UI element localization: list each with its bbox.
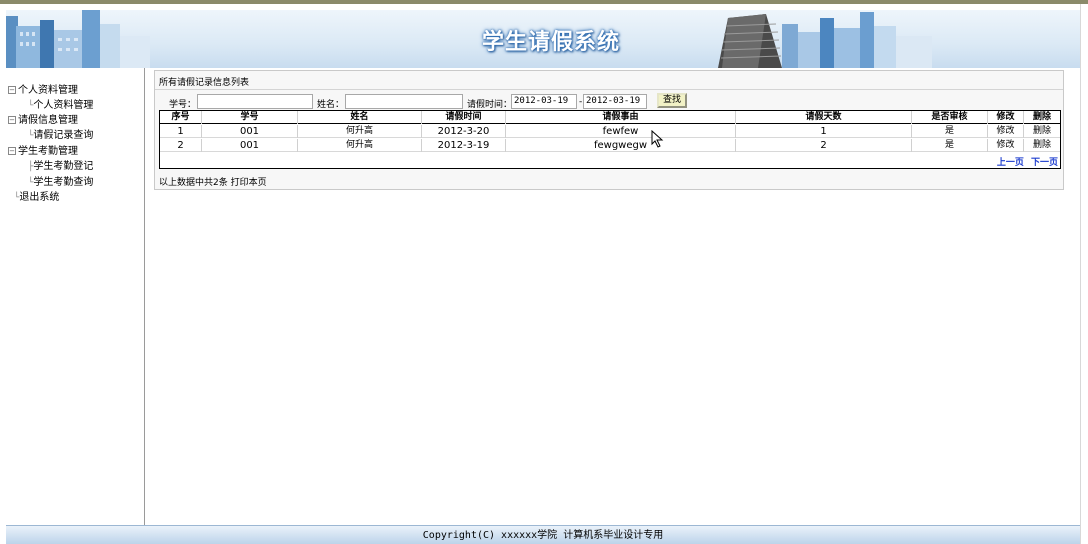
window-top-border — [0, 0, 1088, 4]
student-id-cell: 001 — [202, 125, 298, 138]
sidebar-group-profile[interactable]: − 个人资料管理 — [8, 81, 78, 96]
column-header: 序号 — [160, 111, 202, 124]
name-cell: 何升高 — [298, 125, 422, 138]
delete-link[interactable]: 删除 — [1024, 139, 1060, 152]
sidebar-item-label: 学生考勤管理 — [18, 146, 78, 157]
table-row: 1 001 何升高 2012-3-20 fewfew 1 是 修改 删除 — [160, 125, 1060, 138]
sidebar-item-label: 学生考勤登记 — [33, 161, 94, 172]
next-page-link[interactable]: 下一页 — [1031, 158, 1058, 168]
search-button[interactable]: 查找 — [657, 93, 687, 108]
column-header: 修改 — [988, 111, 1024, 124]
column-header: 请假事由 — [506, 111, 736, 124]
app-title: 学生请假系统 — [482, 29, 621, 55]
column-header: 姓名 — [298, 111, 422, 124]
sidebar-item-leave-query[interactable]: └请假记录查询 — [28, 126, 93, 141]
student-id-input[interactable] — [197, 94, 313, 109]
footer-copyright: Copyright(C) xxxxxx学院 计算机系毕业设计专用 — [6, 525, 1080, 544]
collapse-icon[interactable]: − — [8, 116, 16, 124]
sidebar-item-label: 请假信息管理 — [18, 115, 78, 126]
date-range-separator: - — [579, 97, 583, 107]
name-input[interactable] — [345, 94, 463, 109]
student-id-cell: 001 — [202, 139, 298, 152]
edit-link[interactable]: 修改 — [988, 139, 1024, 152]
sidebar-item-profile[interactable]: └个人资料管理 — [28, 96, 93, 111]
prev-page-link[interactable]: 上一页 — [997, 158, 1024, 168]
pagination: 上一页 下一页 — [993, 155, 1058, 168]
sidebar-item-label: 个人资料管理 — [18, 85, 78, 96]
leave-reason-cell: fewgwegw — [506, 139, 736, 152]
approved-cell: 是 — [912, 139, 988, 152]
panel-title: 所有请假记录信息列表 — [159, 78, 250, 88]
leave-time-label: 请假时间： — [467, 100, 513, 110]
leave-days-cell: 2 — [736, 139, 912, 152]
delete-link[interactable]: 删除 — [1024, 125, 1060, 138]
sidebar-item-attendance-register[interactable]: ├学生考勤登记 — [28, 157, 93, 172]
collapse-icon[interactable]: − — [8, 147, 16, 155]
sidebar-item-label: 退出系统 — [19, 192, 60, 203]
leave-time-cell: 2012-3-20 — [422, 125, 506, 138]
row-index: 1 — [160, 125, 202, 138]
sidebar-group-attendance[interactable]: − 学生考勤管理 — [8, 142, 78, 157]
sidebar-group-leave[interactable]: − 请假信息管理 — [8, 111, 78, 126]
table-header-row: 序号 学号 姓名 请假时间 请假事由 请假天数 是否审核 修改 删除 — [160, 111, 1060, 124]
mouse-cursor-icon — [651, 130, 664, 148]
table-row: 2 001 何升高 2012-3-19 fewgwegw 2 是 修改 删除 — [160, 139, 1060, 152]
records-summary: 以上数据中共2条 打印本页 — [159, 178, 267, 188]
sidebar-item-label: 学生考勤查询 — [33, 177, 94, 188]
collapse-icon[interactable]: − — [8, 86, 16, 94]
sidebar-item-label: 个人资料管理 — [33, 100, 94, 111]
divider — [155, 89, 1063, 90]
row-index: 2 — [160, 139, 202, 152]
sidebar-item-logout[interactable]: └退出系统 — [14, 188, 59, 203]
sidebar-menu: − 个人资料管理 └个人资料管理 − 请假信息管理 └请假记录查询 − 学生考勤管理 … — [6, 68, 145, 525]
name-label: 姓名： — [317, 100, 345, 110]
leave-time-cell: 2012-3-19 — [422, 139, 506, 152]
student-id-label: 学号： — [169, 100, 197, 110]
frame-right-edge — [1080, 4, 1088, 544]
sidebar-item-label: 请假记录查询 — [33, 130, 94, 141]
name-cell: 何升高 — [298, 139, 422, 152]
leave-records-table: 序号 学号 姓名 请假时间 请假事由 请假天数 是否审核 修改 删除 1 001… — [159, 110, 1061, 169]
approved-cell: 是 — [912, 125, 988, 138]
column-header: 学号 — [202, 111, 298, 124]
date-to-input[interactable]: 2012-03-19 — [583, 94, 647, 109]
date-from-input[interactable]: 2012-03-19 — [511, 94, 577, 109]
column-header: 是否审核 — [912, 111, 988, 124]
leave-reason-cell: fewfew — [506, 125, 736, 138]
column-header: 请假时间 — [422, 111, 506, 124]
leave-days-cell: 1 — [736, 125, 912, 138]
sidebar-item-attendance-query[interactable]: └学生考勤查询 — [28, 173, 93, 188]
edit-link[interactable]: 修改 — [988, 125, 1024, 138]
column-header: 删除 — [1032, 112, 1051, 122]
header-banner: 学生请假系统 — [6, 10, 1080, 68]
column-header: 请假天数 — [736, 111, 912, 124]
